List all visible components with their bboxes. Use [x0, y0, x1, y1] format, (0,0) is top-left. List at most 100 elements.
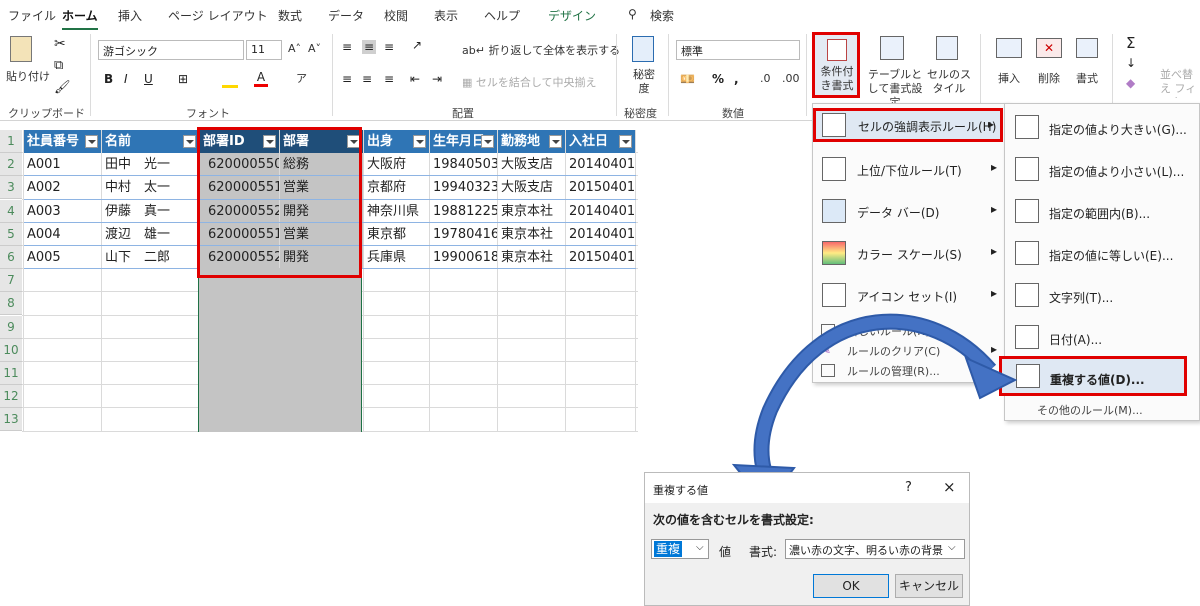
table-cell[interactable]: A002 — [24, 176, 101, 199]
format-select[interactable]: 濃い赤の文字、明るい赤の背景 ⌵ — [785, 539, 965, 559]
tab-insert[interactable]: 挿入 — [118, 7, 142, 24]
table-cell[interactable]: 19780416 — [430, 223, 497, 246]
row-header[interactable]: 1 — [0, 130, 22, 153]
row-header[interactable]: 2 — [0, 153, 22, 177]
submenu-item-date[interactable]: 日付(A)... — [1005, 322, 1199, 356]
submenu-item-text-contains[interactable]: 文字列(T)... — [1005, 280, 1199, 314]
autosum-icon[interactable]: Σ — [1126, 34, 1135, 52]
table-cell[interactable]: 京都府 — [364, 176, 429, 199]
table-cell[interactable]: A005 — [24, 246, 101, 269]
font-color-icon[interactable]: A — [254, 70, 268, 87]
tab-formulas[interactable]: 数式 — [278, 7, 302, 24]
tab-home[interactable]: ホーム — [62, 7, 98, 31]
submenu-item-equal-to[interactable]: 指定の値に等しい(E)... — [1005, 238, 1199, 272]
table-cell[interactable]: 渡辺 雄一 — [102, 223, 199, 246]
row-header[interactable]: 8 — [0, 292, 22, 316]
row-header[interactable]: 9 — [0, 315, 22, 339]
filter-dropdown-icon[interactable] — [85, 135, 98, 148]
row-header[interactable]: 5 — [0, 222, 22, 246]
cancel-button[interactable]: キャンセル — [895, 574, 963, 598]
underline-button[interactable]: U — [144, 72, 153, 86]
close-icon[interactable]: × — [943, 478, 956, 496]
table-cell[interactable]: 大阪支店 — [498, 153, 565, 176]
table-cell[interactable]: 伊藤 真一 — [102, 200, 199, 223]
number-format-combo[interactable]: 標準 — [676, 40, 800, 60]
paste-icon[interactable] — [10, 36, 38, 66]
sort-filter-button[interactable]: 並べ替え フィルター — [1160, 68, 1200, 98]
table-cell[interactable]: 大阪府 — [364, 153, 429, 176]
selected-column-range[interactable] — [198, 268, 362, 432]
column-header-cell[interactable]: 社員番号 — [24, 130, 101, 153]
conditional-format-button[interactable]: 条件付き書式 — [812, 32, 860, 98]
align-left-icon[interactable]: ≡ — [342, 72, 352, 86]
copy-icon[interactable]: ⧉ — [54, 58, 63, 73]
filter-dropdown-icon[interactable] — [481, 135, 494, 148]
align-top-icon[interactable]: ≡ — [342, 40, 352, 54]
format-cells-icon[interactable] — [1076, 38, 1098, 58]
table-cell[interactable]: 中村 太一 — [102, 176, 199, 199]
currency-icon[interactable]: 💴 — [680, 72, 695, 86]
duplicate-type-select[interactable]: 重複 ⌵ — [651, 539, 709, 559]
sensitivity-icon[interactable] — [632, 36, 654, 62]
increase-indent-icon[interactable]: ⇥ — [432, 72, 442, 86]
align-right-icon[interactable]: ≡ — [384, 72, 394, 86]
increase-decimal-icon[interactable]: .0 — [760, 72, 771, 85]
table-cell[interactable]: 19881225 — [430, 200, 497, 223]
table-cell[interactable]: 20150401 — [566, 176, 635, 199]
border-icon[interactable]: ⊞ — [178, 72, 188, 86]
tab-data[interactable]: データ — [328, 7, 364, 24]
font-size-combo[interactable]: 11 — [246, 40, 282, 60]
percent-icon[interactable]: % — [712, 72, 724, 86]
table-cell[interactable]: 東京本社 — [498, 200, 565, 223]
cell-styles-icon[interactable] — [936, 36, 958, 60]
table-cell[interactable]: 田中 光一 — [102, 153, 199, 176]
tab-review[interactable]: 校閲 — [384, 7, 408, 24]
tab-design[interactable]: デザイン — [548, 7, 596, 24]
menu-item-data-bar[interactable]: データ バー(D) ▸ — [813, 196, 1009, 228]
delete-cells-icon[interactable]: ✕ — [1036, 38, 1062, 58]
row-header[interactable]: 11 — [0, 362, 22, 385]
cut-icon[interactable]: ✂ — [54, 36, 66, 52]
table-cell[interactable]: A003 — [24, 200, 101, 223]
align-center-icon[interactable]: ≡ — [362, 72, 372, 86]
row-header[interactable]: 4 — [0, 199, 22, 223]
table-cell[interactable]: 20150401 — [566, 246, 635, 269]
tab-view[interactable]: 表示 — [434, 7, 458, 24]
align-bottom-icon[interactable]: ≡ — [384, 40, 394, 54]
decrease-decimal-icon[interactable]: .00 — [782, 72, 800, 85]
filter-dropdown-icon[interactable] — [183, 135, 196, 148]
filter-dropdown-icon[interactable] — [619, 135, 632, 148]
table-cell[interactable]: 東京都 — [364, 223, 429, 246]
row-header[interactable]: 7 — [0, 269, 22, 293]
table-cell[interactable]: 19840503 — [430, 153, 497, 176]
decrease-indent-icon[interactable]: ⇤ — [410, 72, 420, 86]
column-header-cell[interactable]: 名前 — [102, 130, 199, 153]
row-header[interactable]: 10 — [0, 338, 22, 362]
tab-page-layout[interactable]: ページ レイアウト — [168, 7, 268, 24]
column-header-cell[interactable]: 生年月日 — [430, 130, 497, 153]
submenu-item-greater-than[interactable]: 指定の値より大きい(G)... — [1005, 112, 1199, 146]
table-cell[interactable]: 兵庫県 — [364, 246, 429, 269]
menu-item-highlight-rules[interactable]: セルの強調表示ルール(H) ▸ — [813, 108, 1003, 142]
italic-button[interactable]: I — [124, 72, 128, 86]
table-cell[interactable]: 東京本社 — [498, 246, 565, 269]
font-name-combo[interactable]: 游ゴシック — [98, 40, 244, 60]
submenu-item-less-than[interactable]: 指定の値より小さい(L)... — [1005, 154, 1199, 188]
search-icon[interactable]: ⚲ — [628, 7, 637, 21]
search-label[interactable]: 検索 — [650, 7, 674, 24]
format-cells-button[interactable]: 書式 — [1076, 70, 1098, 86]
table-cell[interactable]: A001 — [24, 153, 101, 176]
menu-item-top-bottom[interactable]: 上位/下位ルール(T) ▸ — [813, 154, 1009, 186]
submenu-item-duplicate-values[interactable]: 重複する値(D)... — [999, 356, 1187, 396]
filter-dropdown-icon[interactable] — [413, 135, 426, 148]
submenu-item-between[interactable]: 指定の範囲内(B)... — [1005, 196, 1199, 230]
table-cell[interactable]: 東京本社 — [498, 223, 565, 246]
row-header[interactable]: 6 — [0, 246, 22, 269]
menu-item-color-scale[interactable]: カラー スケール(S) ▸ — [813, 238, 1009, 270]
align-middle-icon[interactable]: ≡ — [362, 40, 377, 54]
format-painter-icon[interactable]: 🖌 — [54, 80, 71, 95]
cell-styles-button[interactable]: セルのスタイル — [926, 68, 972, 96]
table-cell[interactable]: 山下 二郎 — [102, 246, 199, 269]
insert-cells-button[interactable]: 挿入 — [998, 70, 1020, 86]
table-cell[interactable]: 神奈川県 — [364, 200, 429, 223]
